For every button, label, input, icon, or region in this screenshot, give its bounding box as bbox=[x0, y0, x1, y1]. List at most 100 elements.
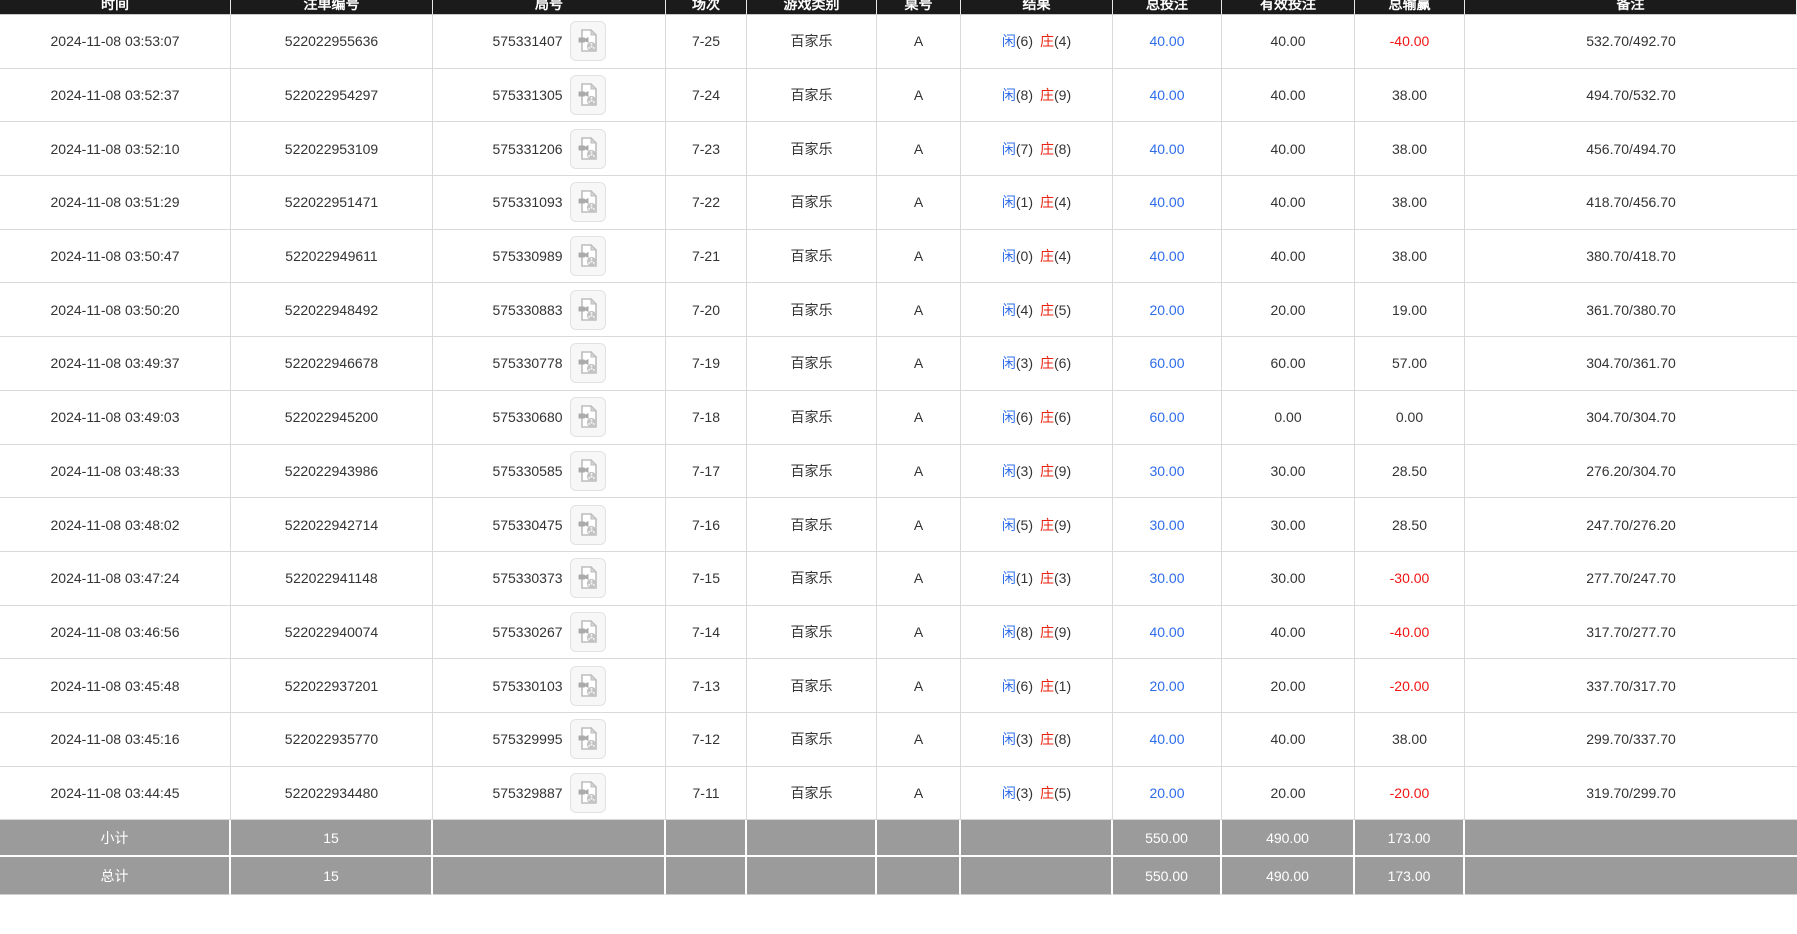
table-row: 2024-11-08 03:48:02 522022942714 5753304… bbox=[0, 498, 1797, 552]
cell-win-loss: 19.00 bbox=[1355, 283, 1465, 337]
cell-session: 7-17 bbox=[666, 445, 747, 499]
result-player-score: (6) bbox=[1016, 678, 1033, 694]
grand-total-empty-cell bbox=[433, 857, 666, 895]
replay-video-button[interactable] bbox=[570, 129, 606, 169]
column-header: 游戏类别 bbox=[747, 0, 877, 15]
result-banker-score: (4) bbox=[1054, 33, 1071, 49]
replay-video-button[interactable] bbox=[570, 182, 606, 222]
cell-session: 7-13 bbox=[666, 659, 747, 713]
result-player-score: (6) bbox=[1016, 33, 1033, 49]
table-row: 2024-11-08 03:48:33 522022943986 5753305… bbox=[0, 445, 1797, 499]
cell-table-number: A bbox=[877, 69, 961, 123]
replay-video-button[interactable] bbox=[570, 343, 606, 383]
grand-total-empty-cell bbox=[666, 857, 747, 895]
replay-video-button[interactable] bbox=[570, 236, 606, 276]
cell-bet-number: 522022941148 bbox=[231, 552, 433, 606]
cell-valid-bet: 20.00 bbox=[1222, 283, 1355, 337]
result-banker-score: (3) bbox=[1054, 570, 1071, 586]
video-file-icon bbox=[577, 459, 599, 483]
video-file-icon bbox=[577, 351, 599, 375]
result-banker-label: 庄 bbox=[1040, 783, 1054, 803]
replay-video-button[interactable] bbox=[570, 505, 606, 545]
table-row: 2024-11-08 03:53:07 522022955636 5753314… bbox=[0, 15, 1797, 69]
cell-valid-bet: 40.00 bbox=[1222, 230, 1355, 284]
table-body: 2024-11-08 03:53:07 522022955636 5753314… bbox=[0, 15, 1797, 820]
table-row: 2024-11-08 03:47:24 522022941148 5753303… bbox=[0, 552, 1797, 606]
cell-game-type: 百家乐 bbox=[747, 283, 877, 337]
result-player-score: (7) bbox=[1016, 141, 1033, 157]
cell-result: 闲(3)庄(6) bbox=[961, 337, 1113, 391]
result-player-score: (3) bbox=[1016, 355, 1033, 371]
cell-total-bet: 30.00 bbox=[1113, 445, 1222, 499]
subtotal-empty-cell bbox=[877, 820, 961, 857]
cell-session: 7-15 bbox=[666, 552, 747, 606]
cell-result: 闲(1)庄(3) bbox=[961, 552, 1113, 606]
cell-time: 2024-11-08 03:48:33 bbox=[0, 445, 231, 499]
replay-video-button[interactable] bbox=[570, 451, 606, 491]
subtotal-win-loss: 173.00 bbox=[1355, 820, 1465, 857]
replay-video-button[interactable] bbox=[570, 612, 606, 652]
cell-balance: 276.20/304.70 bbox=[1465, 445, 1797, 499]
replay-video-button[interactable] bbox=[570, 290, 606, 330]
cell-win-loss: 38.00 bbox=[1355, 176, 1465, 230]
replay-video-button[interactable] bbox=[570, 666, 606, 706]
grand-total-win-loss: 173.00 bbox=[1355, 857, 1465, 895]
result-banker-label: 庄 bbox=[1040, 246, 1054, 266]
replay-video-button[interactable] bbox=[570, 719, 606, 759]
cell-bet-number: 522022940074 bbox=[231, 606, 433, 660]
replay-video-button[interactable] bbox=[570, 558, 606, 598]
replay-video-button[interactable] bbox=[570, 773, 606, 813]
table-row: 2024-11-08 03:45:16 522022935770 5753299… bbox=[0, 713, 1797, 767]
cell-result: 闲(3)庄(5) bbox=[961, 767, 1113, 821]
cell-balance: 317.70/277.70 bbox=[1465, 606, 1797, 660]
video-file-icon bbox=[577, 566, 599, 590]
result-player-score: (1) bbox=[1016, 194, 1033, 210]
result-banker-score: (8) bbox=[1054, 731, 1071, 747]
replay-video-button[interactable] bbox=[570, 75, 606, 115]
result-player-label: 闲 bbox=[1002, 568, 1016, 588]
cell-time: 2024-11-08 03:49:37 bbox=[0, 337, 231, 391]
cell-balance: 532.70/492.70 bbox=[1465, 15, 1797, 69]
video-file-icon bbox=[577, 137, 599, 161]
result-banker-score: (4) bbox=[1054, 248, 1071, 264]
cell-bet-number: 522022945200 bbox=[231, 391, 433, 445]
result-banker-label: 庄 bbox=[1040, 676, 1054, 696]
column-header: 注单编号 bbox=[231, 0, 433, 15]
cell-total-bet: 40.00 bbox=[1113, 713, 1222, 767]
cell-session: 7-20 bbox=[666, 283, 747, 337]
table-row: 2024-11-08 03:49:03 522022945200 5753306… bbox=[0, 391, 1797, 445]
cell-valid-bet: 0.00 bbox=[1222, 391, 1355, 445]
cell-win-loss: -40.00 bbox=[1355, 606, 1465, 660]
cell-result: 闲(6)庄(6) bbox=[961, 391, 1113, 445]
video-file-icon bbox=[577, 190, 599, 214]
column-header: 总投注 bbox=[1113, 0, 1222, 15]
cell-time: 2024-11-08 03:45:48 bbox=[0, 659, 231, 713]
result-banker-label: 庄 bbox=[1040, 192, 1054, 212]
cell-valid-bet: 40.00 bbox=[1222, 122, 1355, 176]
video-file-icon bbox=[577, 83, 599, 107]
column-header: 局号 bbox=[433, 0, 666, 15]
cell-balance: 299.70/337.70 bbox=[1465, 713, 1797, 767]
cell-total-bet: 20.00 bbox=[1113, 283, 1222, 337]
result-player-label: 闲 bbox=[1002, 300, 1016, 320]
video-file-icon bbox=[577, 29, 599, 53]
cell-round-number: 575331305 bbox=[433, 69, 666, 123]
result-banker-score: (9) bbox=[1054, 624, 1071, 640]
cell-table-number: A bbox=[877, 767, 961, 821]
cell-balance: 380.70/418.70 bbox=[1465, 230, 1797, 284]
cell-result: 闲(1)庄(4) bbox=[961, 176, 1113, 230]
cell-round-number: 575331093 bbox=[433, 176, 666, 230]
result-player-score: (0) bbox=[1016, 248, 1033, 264]
result-player-label: 闲 bbox=[1002, 85, 1016, 105]
cell-game-type: 百家乐 bbox=[747, 606, 877, 660]
result-banker-score: (6) bbox=[1054, 355, 1071, 371]
cell-win-loss: -40.00 bbox=[1355, 15, 1465, 69]
column-header: 总输赢 bbox=[1355, 0, 1465, 15]
cell-round-number: 575330680 bbox=[433, 391, 666, 445]
result-player-score: (3) bbox=[1016, 785, 1033, 801]
result-banker-score: (8) bbox=[1054, 141, 1071, 157]
table-row: 2024-11-08 03:44:45 522022934480 5753298… bbox=[0, 767, 1797, 821]
replay-video-button[interactable] bbox=[570, 21, 606, 61]
result-banker-score: (5) bbox=[1054, 302, 1071, 318]
replay-video-button[interactable] bbox=[570, 397, 606, 437]
